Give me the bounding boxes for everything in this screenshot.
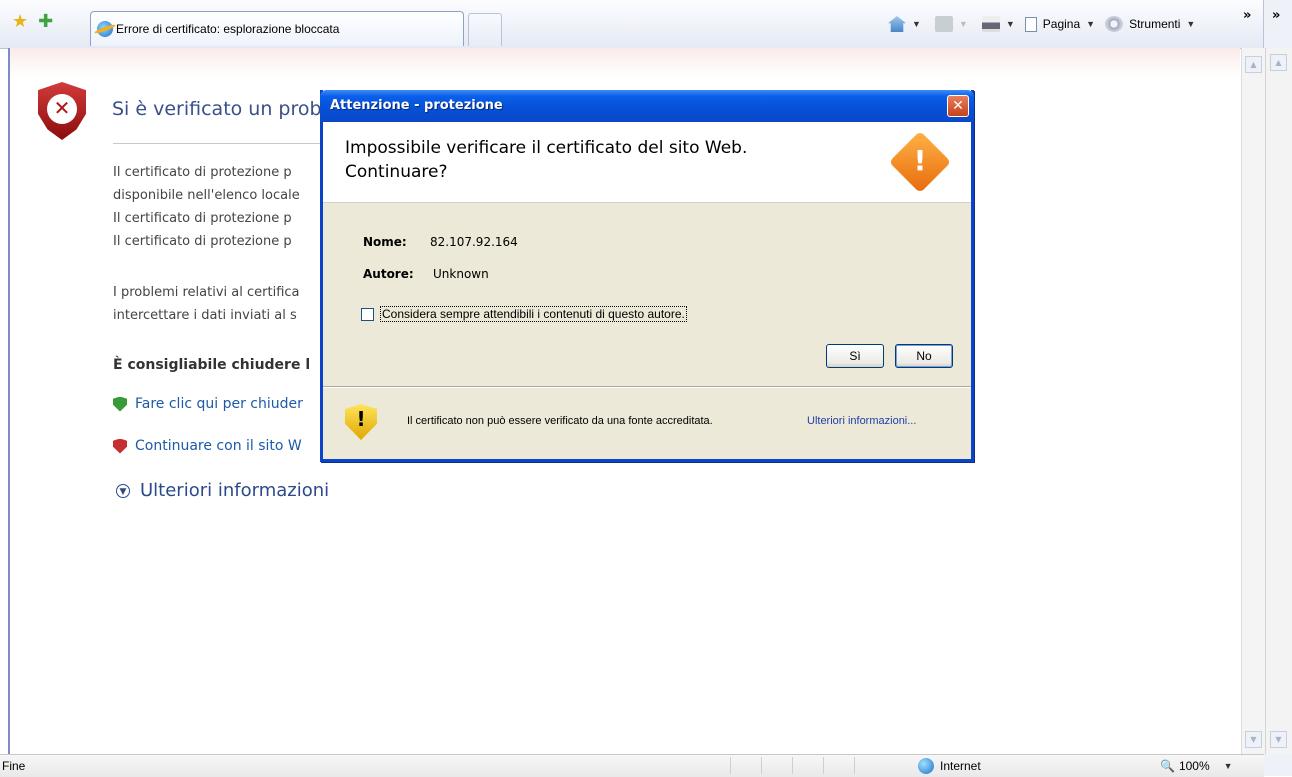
dialog-titlebar[interactable]: Attenzione - protezione ✕ [320, 90, 974, 122]
close-page-link[interactable]: Fare clic qui per chiuder [113, 396, 303, 412]
warning-shield-exclamation: ! [356, 407, 366, 431]
status-cell [730, 757, 761, 774]
zone-label: Internet [940, 759, 981, 773]
print-icon[interactable] [981, 16, 1000, 32]
paragraph-line: disponibile nell'elenco locale [113, 188, 300, 203]
trust-author-label[interactable]: Considera sempre attendibili i contenuti… [380, 306, 687, 322]
green-shield-icon [113, 396, 127, 412]
yes-button[interactable]: Sì [826, 344, 884, 368]
page-icon [1024, 16, 1037, 32]
continue-site-link[interactable]: Continuare con il sito W [113, 438, 302, 454]
add-favorite-icon[interactable]: ✚ [38, 12, 53, 32]
tools-menu[interactable]: Strumenti [1129, 17, 1180, 31]
more-info-toggle[interactable]: ▼ Ulteriori informazioni [116, 480, 329, 501]
zoom-dropdown-icon[interactable]: ▼ [1224, 761, 1233, 771]
status-cell [823, 757, 854, 774]
scroll-down-icon[interactable]: ▼ [1245, 731, 1262, 748]
scroll-up-icon[interactable]: ▲ [1270, 54, 1287, 71]
warning-exclamation-icon: ! [913, 144, 927, 177]
security-zone[interactable]: Internet [918, 758, 981, 774]
more-info-label[interactable]: Ulteriori informazioni [140, 480, 329, 501]
dialog-heading: Impossibile verificare il certificato de… [345, 136, 747, 184]
status-cell [761, 757, 792, 774]
dialog-heading-line2: Continuare? [345, 162, 448, 182]
outer-scrollbar[interactable]: ▲ ▼ [1265, 48, 1292, 754]
command-bar: ▼ ▼ ▼ Pagina ▼ Strumenti ▼ [888, 16, 1195, 32]
feed-dropdown-icon[interactable]: ▼ [959, 19, 968, 29]
page-dropdown-icon[interactable]: ▼ [1086, 19, 1095, 29]
close-button[interactable]: ✕ [947, 95, 969, 117]
gear-icon [1105, 16, 1124, 32]
tab-title: Errore di certificato: esplorazione bloc… [116, 22, 340, 36]
divider [113, 143, 333, 144]
no-button[interactable]: No [895, 344, 953, 368]
red-shield-icon [113, 438, 127, 454]
outer-overflow-chevron[interactable]: » [1272, 8, 1280, 23]
status-cell [792, 757, 823, 774]
dialog-separator [323, 386, 971, 388]
status-cells [730, 757, 885, 774]
star-icon[interactable]: ★ [12, 12, 28, 32]
favorites-group: ★ ✚ [12, 12, 53, 32]
home-dropdown-icon[interactable]: ▼ [912, 19, 921, 29]
print-dropdown-icon[interactable]: ▼ [1006, 19, 1015, 29]
name-label: Nome: [363, 235, 407, 249]
footer-text: Il certificato non può essere verificato… [407, 415, 713, 427]
chevron-down-icon[interactable]: ▼ [116, 483, 130, 498]
paragraph-line: I problemi relativi al certifica [113, 285, 300, 300]
page-menu[interactable]: Pagina [1043, 17, 1080, 31]
status-cell [854, 757, 885, 774]
home-icon[interactable] [888, 16, 906, 32]
dialog-heading-line1: Impossibile verificare il certificato de… [345, 138, 748, 158]
dialog-header: Impossibile verificare il certificato de… [323, 122, 971, 203]
globe-icon [918, 758, 934, 774]
trust-author-checkbox[interactable] [361, 307, 374, 321]
tab-certificate-error[interactable]: Errore di certificato: esplorazione bloc… [90, 11, 464, 46]
scroll-up-icon[interactable]: ▲ [1245, 56, 1262, 73]
author-value: Unknown [433, 267, 489, 281]
continue-site-link-label[interactable]: Continuare con il sito W [135, 438, 302, 454]
toolbar-overflow-chevron[interactable]: » [1243, 8, 1251, 23]
page-heading: Si è verificato un prob [112, 98, 322, 120]
status-bar: Fine Internet 🔍 100% ▼ [0, 754, 1264, 777]
page-scrollbar[interactable]: ▲ ▼ [1241, 48, 1266, 754]
tools-dropdown-icon[interactable]: ▼ [1186, 19, 1195, 29]
ie-icon [97, 21, 113, 37]
recommendation-text: È consigliabile chiudere l [113, 357, 311, 373]
name-value: 82.107.92.164 [430, 235, 518, 249]
close-page-link-label[interactable]: Fare clic qui per chiuder [135, 396, 303, 412]
dialog-title: Attenzione - protezione [330, 98, 503, 113]
author-label: Autore: [363, 267, 414, 281]
zoom-control[interactable]: 🔍 100% ▼ [1160, 759, 1233, 773]
security-dialog: Attenzione - protezione ✕ Impossibile ve… [320, 90, 974, 462]
zoom-level: 100% [1178, 759, 1210, 773]
paragraph-line: Il certificato di protezione p [113, 234, 292, 249]
zoom-icon: 🔍 [1160, 759, 1175, 773]
paragraph-line: Il certificato di protezione p [113, 165, 292, 180]
browser-toolbar: ★ ✚ Errore di certificato: esplorazione … [0, 0, 1292, 49]
feed-icon[interactable] [934, 16, 953, 32]
paragraph-line: intercettare i dati inviati al s [113, 308, 297, 323]
more-info-link[interactable]: Ulteriori informazioni... [807, 415, 916, 427]
status-text: Fine [2, 759, 26, 773]
trust-author-option[interactable]: Considera sempre attendibili i contenuti… [361, 306, 687, 322]
paragraph-line: Il certificato di protezione p [113, 211, 292, 226]
new-tab-button[interactable] [468, 13, 502, 46]
scroll-down-icon[interactable]: ▼ [1270, 731, 1287, 748]
